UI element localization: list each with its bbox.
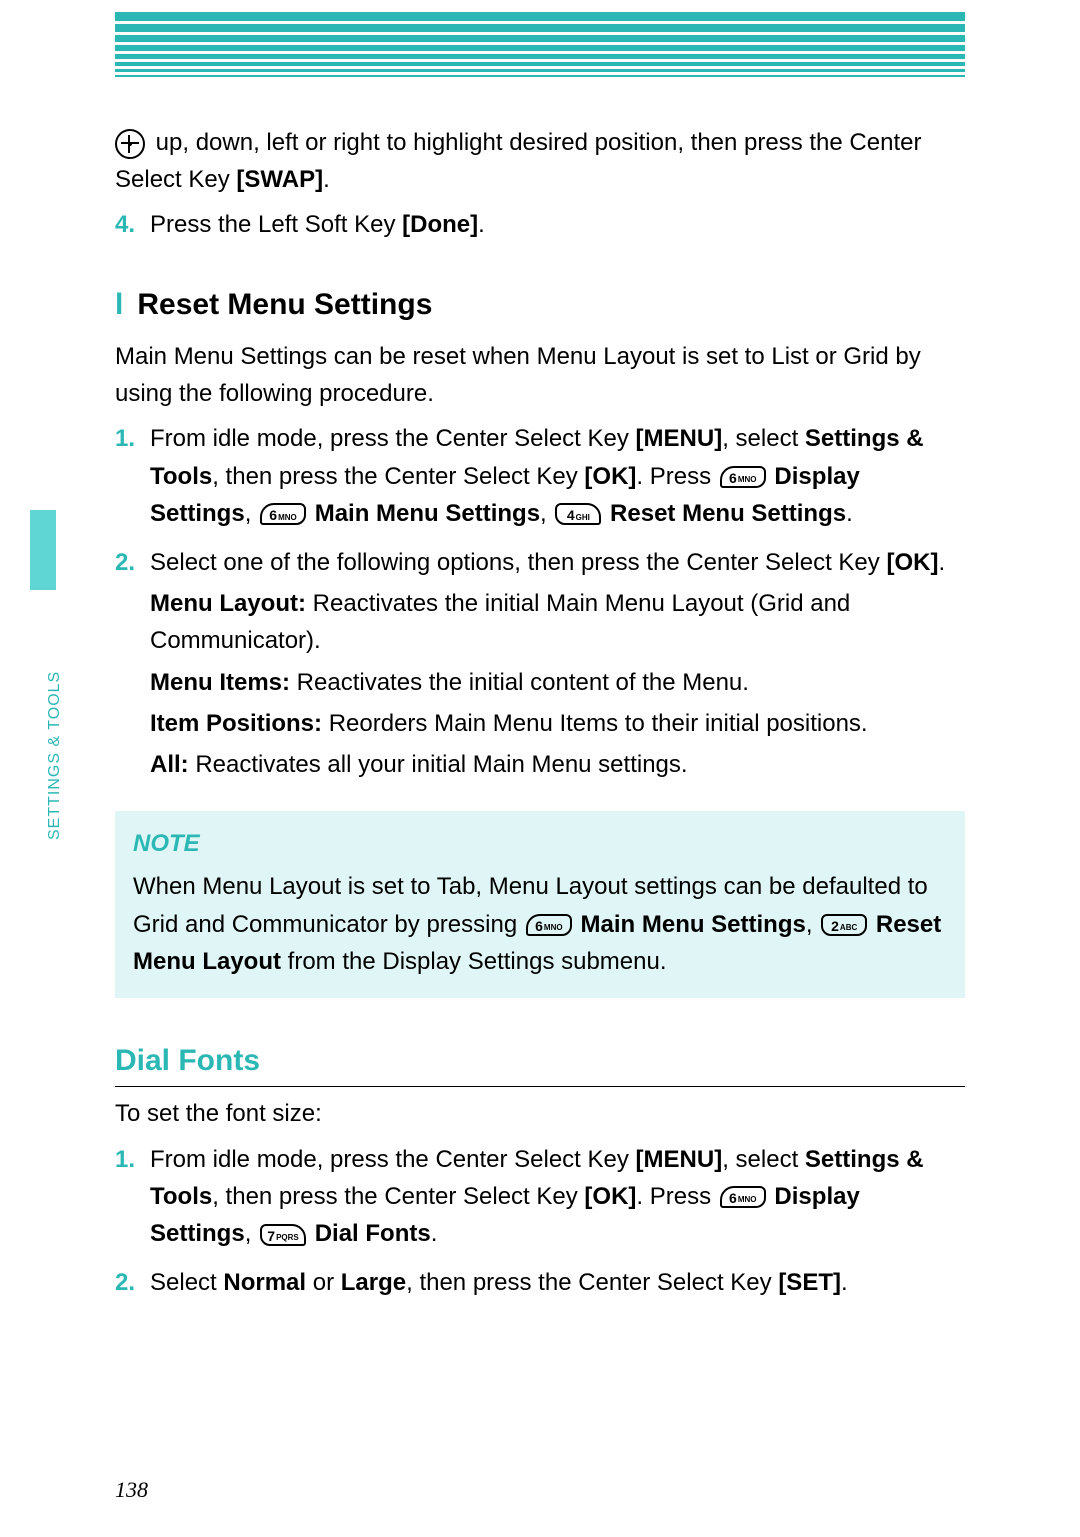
key-6-icon: 6MNO [260, 503, 306, 525]
main-menu-settings-label: Main Menu Settings [574, 911, 806, 938]
text: . Press [636, 463, 717, 490]
comma: , [806, 911, 819, 938]
ok-key-label: [OK] [584, 463, 636, 490]
text: from the Display Settings submenu. [281, 948, 667, 975]
menu-key-label: [MENU] [636, 1146, 723, 1173]
side-tab: SETTINGS & TOOLS [30, 710, 54, 970]
note-body: When Menu Layout is set to Tab, Menu Lay… [133, 868, 947, 980]
main-menu-settings-label: Main Menu Settings [308, 500, 540, 527]
label: Menu Layout: [150, 590, 306, 617]
comma: , [245, 1220, 258, 1247]
menu-key-label: [MENU] [636, 425, 723, 452]
option-all: All: Reactivates all your initial Main M… [150, 746, 965, 783]
step-number: 1. [115, 420, 135, 457]
period: . [846, 500, 853, 527]
dpad-icon [115, 129, 145, 159]
dial-fonts-label: Dial Fonts [308, 1220, 431, 1247]
key-6-icon: 6MNO [720, 466, 766, 488]
text: , select [722, 425, 805, 452]
option-item-positions: Item Positions: Reorders Main Menu Items… [150, 705, 965, 742]
dial-fonts-step-1: 1. From idle mode, press the Center Sele… [115, 1141, 965, 1253]
heading-bullet: l [115, 288, 123, 321]
text: From idle mode, press the Center Select … [150, 425, 636, 452]
set-key-label: [SET] [778, 1269, 841, 1296]
label: Item Positions: [150, 710, 322, 737]
step-4-text: Press the Left Soft Key [150, 211, 402, 238]
period: . [431, 1220, 438, 1247]
text: , select [722, 1146, 805, 1173]
comma: , [245, 500, 258, 527]
step-4: 4. Press the Left Soft Key [Done]. [115, 206, 965, 243]
reset-heading: l Reset Menu Settings [115, 282, 965, 329]
text: From idle mode, press the Center Select … [150, 1146, 636, 1173]
large-label: Large [341, 1269, 406, 1296]
step-list-continued: 4. Press the Left Soft Key [Done]. [115, 206, 965, 243]
key-6-icon: 6MNO [526, 914, 572, 936]
step-number: 2. [115, 544, 135, 581]
period: . [478, 211, 485, 238]
ok-key-label: [OK] [886, 549, 938, 576]
period: . [323, 166, 330, 193]
reset-intro: Main Menu Settings can be reset when Men… [115, 338, 965, 412]
step-number: 1. [115, 1141, 135, 1178]
reset-steps: 1. From idle mode, press the Center Sele… [115, 420, 965, 783]
text: . Press [636, 1183, 717, 1210]
period: . [841, 1269, 848, 1296]
note-box: NOTE When Menu Layout is set to Tab, Men… [115, 811, 965, 998]
normal-label: Normal [223, 1269, 306, 1296]
key-4-icon: 4GHI [555, 503, 601, 525]
page-number: 138 [115, 1477, 148, 1503]
period: . [938, 549, 945, 576]
option-menu-items: Menu Items: Reactivates the initial cont… [150, 664, 965, 701]
continuation-text: up, down, left or right to highlight des… [115, 124, 965, 198]
desc: Reactivates the initial content of the M… [290, 669, 749, 696]
comma: , [540, 500, 553, 527]
key-7-icon: 7PQRS [260, 1224, 306, 1246]
reset-step-1: 1. From idle mode, press the Center Sele… [115, 420, 965, 532]
option-menu-layout: Menu Layout: Reactivates the initial Mai… [150, 585, 965, 659]
text: or [306, 1269, 341, 1296]
reset-step-2: 2. Select one of the following options, … [115, 544, 965, 783]
swap-key-label: [SWAP] [236, 166, 323, 193]
done-key-label: [Done] [402, 211, 478, 238]
ok-key-label: [OK] [584, 1183, 636, 1210]
dial-fonts-step-2: 2. Select Normal or Large, then press th… [115, 1264, 965, 1301]
text: , then press the Center Select Key [212, 1183, 584, 1210]
side-tab-marker [30, 510, 56, 590]
dial-fonts-intro: To set the font size: [115, 1095, 965, 1132]
content-area: up, down, left or right to highlight des… [115, 0, 965, 1301]
page: SETTINGS & TOOLS up, down, left or right… [0, 0, 1080, 1537]
desc: Reactivates all your initial Main Menu s… [189, 751, 688, 778]
dial-fonts-heading: Dial Fonts [115, 1038, 965, 1088]
header-decoration [115, 0, 965, 102]
text: , then press the Center Select Key [406, 1269, 778, 1296]
reset-heading-text: Reset Menu Settings [137, 288, 432, 321]
text: Select [150, 1269, 223, 1296]
key-6-icon: 6MNO [720, 1186, 766, 1208]
reset-menu-settings-label: Reset Menu Settings [603, 500, 846, 527]
text: Select one of the following options, the… [150, 549, 886, 576]
desc: Reorders Main Menu Items to their initia… [322, 710, 868, 737]
label: All: [150, 751, 189, 778]
text: , then press the Center Select Key [212, 463, 584, 490]
dial-fonts-steps: 1. From idle mode, press the Center Sele… [115, 1141, 965, 1302]
step-number: 4. [115, 206, 135, 243]
side-tab-label: SETTINGS & TOOLS [46, 671, 64, 840]
step-number: 2. [115, 1264, 135, 1301]
label: Menu Items: [150, 669, 290, 696]
key-2-icon: 2ABC [821, 914, 867, 936]
note-title: NOTE [133, 825, 947, 862]
